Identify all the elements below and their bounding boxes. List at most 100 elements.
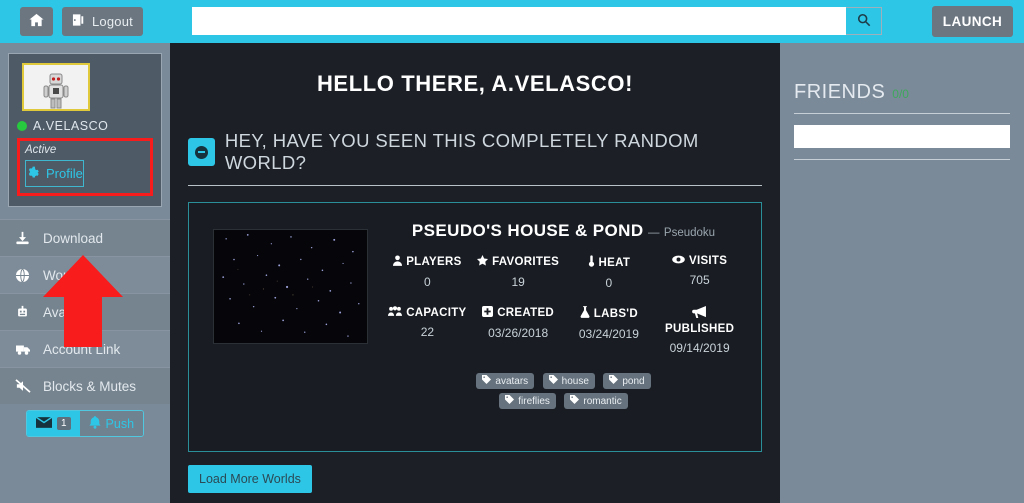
people-icon [388, 306, 403, 319]
search-bar [192, 7, 882, 35]
username-row: A.VELASCO [17, 119, 153, 133]
home-icon [29, 13, 44, 30]
world-title-row: PSEUDO'S HOUSE & POND — Pseudoku [382, 221, 745, 241]
plus-square-icon [482, 306, 494, 320]
gear-icon [26, 166, 39, 182]
friends-divider [794, 159, 1010, 160]
app-root: Logout LAUNCH A.VELASCO Active Profile D… [0, 0, 1024, 503]
friends-count: 0/0 [892, 87, 909, 101]
push-notifications-button[interactable]: Push [79, 411, 144, 436]
avatar[interactable] [22, 63, 90, 111]
online-dot-icon [17, 121, 27, 131]
page-title: HELLO THERE, A.VELASCO! [316, 71, 634, 96]
stat-value: 705 [689, 273, 710, 287]
profile-button-label: Profile [46, 166, 83, 181]
profile-button[interactable]: Profile [25, 160, 84, 187]
section-title: HEY, HAVE YOU SEEN THIS COMPLETELY RANDO… [224, 130, 699, 173]
stat-value: 22 [420, 325, 435, 339]
stat-value: 09/14/2019 [669, 341, 730, 355]
stat-label-text: PUBLISHED [665, 323, 735, 335]
stat-label-text: HEAT [598, 256, 631, 269]
world-thumbnail[interactable] [213, 229, 368, 344]
home-button[interactable] [20, 7, 53, 36]
tag-icon [609, 375, 619, 387]
world-info: PSEUDO'S HOUSE & POND — Pseudoku PLAYERS… [368, 219, 745, 435]
logout-door-icon [72, 13, 87, 30]
stat-created: CREATED 03/26/2018 [473, 306, 564, 355]
sidebar-item-label: Blocks & Mutes [43, 378, 137, 394]
sidebar-item-label: Download [43, 230, 104, 246]
stat-label-text: VISITS [689, 255, 728, 267]
friends-search-input[interactable] [794, 125, 1010, 148]
stat-value: 03/24/2019 [578, 327, 639, 341]
logout-label: Logout [92, 14, 133, 29]
search-icon [857, 13, 871, 30]
stat-visits: VISITS 705 [654, 255, 745, 290]
download-icon [13, 231, 32, 245]
world-title: PSEUDO'S HOUSE & POND [411, 221, 644, 240]
person-icon [393, 255, 403, 269]
tag-item[interactable]: house [542, 373, 595, 389]
tag-icon [570, 395, 580, 407]
world-author[interactable]: Pseudoku [664, 227, 715, 239]
annotation-arrow-icon [43, 255, 123, 347]
megaphone-icon [692, 306, 707, 321]
stat-label-text: LABS'D [593, 307, 638, 320]
annotation-highlight-box: Active Profile [17, 138, 153, 196]
world-tags: avatars house pond fireflies romantic [382, 371, 745, 411]
search-input[interactable] [192, 7, 846, 35]
thermometer-icon [588, 255, 595, 270]
truck-icon [13, 342, 32, 356]
tag-item[interactable]: romantic [564, 393, 628, 409]
launch-button[interactable]: LAUNCH [932, 6, 1013, 37]
stat-label-text: PLAYERS [406, 256, 462, 268]
globe-icon [13, 268, 32, 283]
tag-label: romantic [583, 395, 622, 407]
stat-value: 0 [605, 276, 613, 290]
status-label: Active [25, 144, 57, 156]
logout-button[interactable]: Logout [62, 7, 143, 36]
friends-panel: FRIENDS 0/0 [780, 43, 1024, 503]
tag-label: house [561, 375, 589, 387]
load-more-worlds-button[interactable]: Load More Worlds [188, 465, 312, 493]
robot-avatar [43, 73, 69, 109]
tag-label: pond [622, 375, 645, 387]
notification-buttons: 1 Push [0, 410, 170, 437]
sidebar-item-blocks-mutes[interactable]: Blocks & Mutes [0, 367, 170, 404]
eye-icon [672, 255, 685, 267]
tag-icon [505, 395, 515, 407]
stat-players: PLAYERS 0 [382, 255, 473, 290]
world-stats: PLAYERS 0 FAVORITES 19 HEAT 0 VISITS 705… [382, 255, 745, 355]
tag-label: fireflies [518, 395, 550, 407]
sidebar-item-download[interactable]: Download [0, 219, 170, 256]
top-bar: Logout LAUNCH [0, 0, 1024, 43]
stat-labsd: LABS'D 03/24/2019 [564, 306, 655, 355]
stat-value: 03/26/2018 [488, 326, 549, 340]
collapse-section-button[interactable] [188, 138, 215, 166]
night-sky-starfield-image [214, 230, 367, 343]
friends-header: FRIENDS 0/0 [794, 81, 1010, 114]
main-content: HELLO THERE, A.VELASCO! HEY, HAVE YOU SE… [170, 43, 780, 503]
stat-value: 19 [511, 275, 525, 289]
mail-notifications-button[interactable]: 1 [26, 411, 80, 436]
friends-title: FRIENDS [794, 81, 886, 103]
world-author-separator: — [647, 227, 660, 239]
tag-item[interactable]: avatars [476, 373, 535, 389]
tag-icon [482, 375, 492, 387]
tag-item[interactable]: fireflies [499, 393, 556, 409]
search-button[interactable] [846, 7, 882, 35]
tag-icon [548, 375, 558, 387]
mute-slash-icon [13, 379, 32, 393]
push-label: Push [105, 416, 135, 431]
minus-circle-icon [194, 145, 208, 159]
stat-label-text: CREATED [497, 307, 555, 319]
stat-value: 0 [424, 275, 431, 289]
world-card[interactable]: PSEUDO'S HOUSE & POND — Pseudoku PLAYERS… [188, 202, 762, 452]
stat-heat: HEAT 0 [564, 255, 655, 290]
stat-label-text: FAVORITES [492, 256, 560, 268]
robot-icon [13, 305, 32, 319]
username-label: A.VELASCO [33, 119, 109, 133]
tag-label: avatars [495, 375, 529, 387]
tag-item[interactable]: pond [603, 373, 651, 389]
mail-badge: 1 [56, 417, 71, 430]
